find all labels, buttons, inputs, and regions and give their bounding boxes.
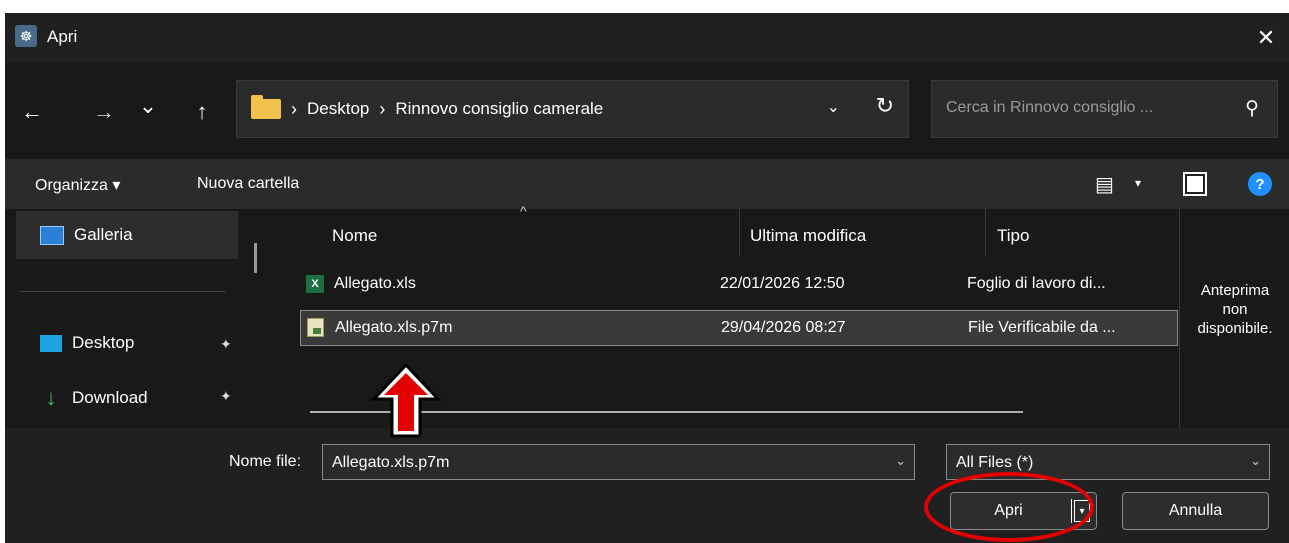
navigation-pane: Galleria Desktop ✦ ↓ Download ✦ [5, 209, 270, 428]
pin-icon: ✦ [220, 336, 232, 352]
breadcrumb-separator: › [379, 98, 386, 119]
sort-ascending-icon: ^ [520, 203, 527, 219]
column-header-modified[interactable]: Ultima modifica [750, 226, 866, 246]
file-modified: 22/01/2026 12:50 [720, 275, 845, 292]
up-button[interactable]: ↑ [187, 97, 217, 127]
window-title: Apri [47, 27, 78, 46]
navigation-bar: ← → ⌄ ↑ › Desktop › Rinnovo consiglio ca… [5, 63, 1289, 159]
signed-file-icon [307, 318, 324, 337]
file-modified: 29/04/2026 08:27 [721, 319, 846, 336]
excel-file-icon: X [306, 275, 324, 293]
new-folder-button[interactable]: Nuova cartella [197, 175, 299, 193]
forward-button[interactable]: → [89, 97, 119, 127]
open-file-dialog: ☸ Apri ✕ ← → ⌄ ↑ › Desktop › Rinnovo con… [5, 13, 1289, 543]
filename-value: Allegato.xls.p7m [332, 454, 450, 471]
view-dropdown-icon[interactable]: ▾ [1135, 176, 1141, 190]
recent-locations-button[interactable]: ⌄ [133, 91, 163, 121]
file-type: File Verificabile da ... [968, 319, 1116, 336]
refresh-icon[interactable]: ↻ [876, 93, 894, 119]
sidebar-item-label: Galleria [74, 225, 133, 244]
title-bar: ☸ Apri ✕ [5, 13, 1289, 63]
folder-icon [251, 95, 281, 119]
organize-menu-button[interactable]: Organizza ▾ [35, 175, 120, 195]
column-separator[interactable] [985, 209, 986, 257]
filename-label: Nome file: [229, 453, 302, 470]
desktop-icon [40, 334, 62, 352]
app-icon: ☸ [15, 25, 37, 47]
chevron-down-icon[interactable]: ⌄ [895, 453, 906, 469]
column-header-name[interactable]: Nome [332, 226, 377, 246]
breadcrumb-separator: › [291, 98, 297, 119]
file-name: Allegato.xls.p7m [335, 319, 453, 336]
download-icon: ↓ [45, 385, 57, 410]
sidebar-item-galleria[interactable]: Galleria [40, 225, 133, 245]
pin-icon: ✦ [220, 388, 232, 404]
filename-field[interactable]: Allegato.xls.p7m ⌄ [322, 444, 915, 480]
address-history-chevron-icon[interactable]: ⌄ [827, 97, 840, 117]
back-button[interactable]: ← [17, 97, 47, 127]
chevron-down-icon[interactable]: ⌄ [1250, 453, 1261, 469]
dialog-footer: Nome file: Allegato.xls.p7m ⌄ All Files … [5, 428, 1289, 543]
sidebar-scrollbar[interactable] [254, 243, 257, 273]
file-name: Allegato.xls [334, 275, 416, 292]
command-toolbar: Organizza ▾ Nuova cartella ▤ ▾ ? [5, 159, 1289, 209]
column-header-type[interactable]: Tipo [997, 226, 1029, 246]
column-separator[interactable] [739, 209, 740, 257]
table-row[interactable]: X Allegato.xls 22/01/2026 12:50 Foglio d… [300, 267, 1178, 303]
search-icon[interactable]: ⚲ [1245, 97, 1259, 120]
preview-pane: Anteprima non disponibile. [1179, 209, 1289, 428]
sidebar-divider [20, 291, 226, 292]
breadcrumb-desktop[interactable]: Desktop [307, 99, 369, 119]
sidebar-item-download[interactable]: ↓ Download [40, 385, 148, 411]
preview-unavailable-text: Anteprima non disponibile. [1197, 282, 1273, 337]
breadcrumb-current-folder[interactable]: Rinnovo consiglio camerale [395, 99, 603, 119]
view-options-icon[interactable]: ▤ [1095, 172, 1114, 197]
sidebar-item-label: Download [72, 388, 148, 407]
search-input[interactable]: Cerca in Rinnovo consiglio ... ⚲ [931, 80, 1278, 138]
close-button[interactable]: ✕ [1243, 13, 1289, 63]
gallery-icon [40, 225, 64, 245]
filetype-value: All Files (*) [956, 454, 1034, 471]
search-placeholder: Cerca in Rinnovo consiglio ... [946, 99, 1154, 116]
address-bar[interactable]: › Desktop › Rinnovo consiglio camerale ⌄… [236, 80, 909, 138]
help-icon[interactable]: ? [1248, 172, 1272, 196]
cancel-button[interactable]: Annulla [1122, 492, 1269, 530]
preview-pane-toggle-icon[interactable] [1183, 172, 1207, 196]
sidebar-item-desktop[interactable]: Desktop [40, 333, 134, 353]
file-type: Foglio di lavoro di... [967, 275, 1106, 292]
table-row-selected[interactable]: Allegato.xls.p7m 29/04/2026 08:27 File V… [300, 310, 1178, 346]
annotation-arrow-icon [370, 363, 442, 438]
annotation-highlight-ellipse [924, 472, 1094, 542]
sidebar-item-label: Desktop [72, 333, 135, 352]
